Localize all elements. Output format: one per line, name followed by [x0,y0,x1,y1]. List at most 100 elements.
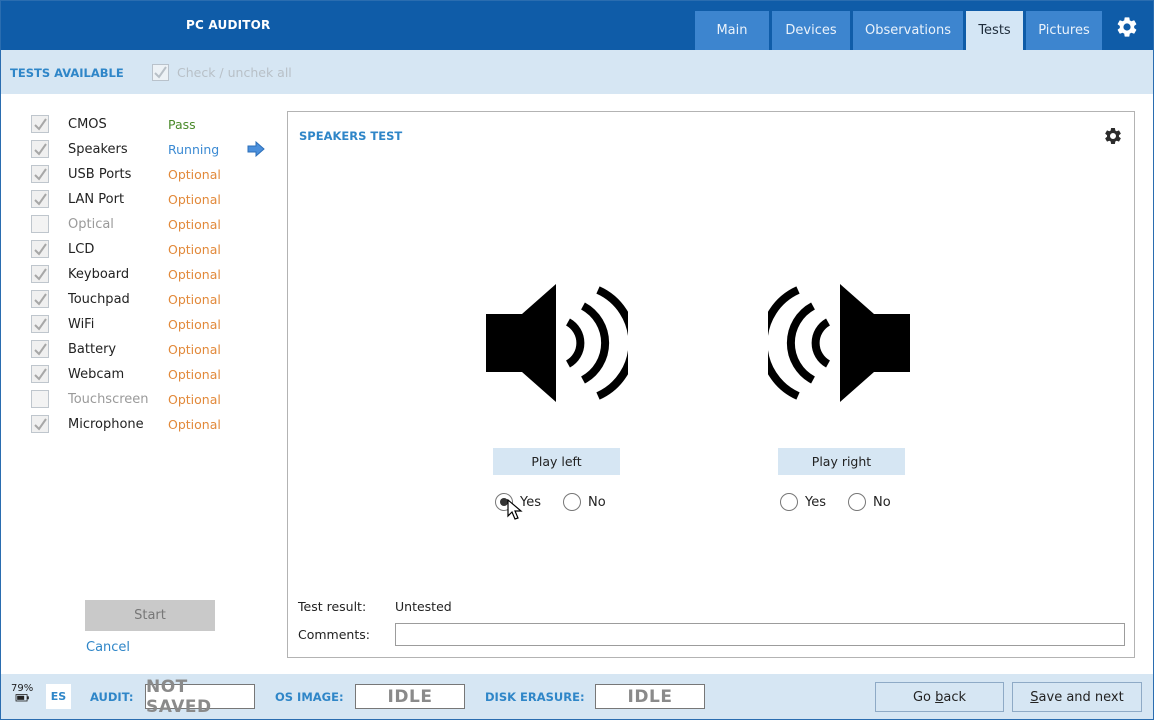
test-name: Speakers [68,142,128,157]
test-row-cmos: CMOS Pass [31,114,271,134]
test-row-touchpad: Touchpad Optional [31,289,271,309]
test-row-wifi: WiFi Optional [31,314,271,334]
test-row-lan-port: LAN Port Optional [31,189,271,209]
cancel-link[interactable]: Cancel [86,640,130,655]
speakers-test-panel: SPEAKERS TEST Play left Play right Yes N… [287,111,1135,658]
test-result-label: Test result: [298,599,367,614]
save-next-label-mnemonic: S [1030,689,1039,705]
check-all-checkbox[interactable] [152,64,169,81]
test-status: Optional [168,242,221,257]
test-status: Optional [168,217,221,232]
test-row-microphone: Microphone Optional [31,414,271,434]
speaker-left-icon [486,284,628,402]
battery-percent: 79% [11,683,34,694]
audit-label: AUDIT: [90,690,134,704]
panel-title: SPEAKERS TEST [299,129,403,143]
save-and-next-button[interactable]: Save and next [1012,682,1142,712]
test-name: USB Ports [68,167,132,182]
checkmark-icon [34,343,47,356]
test-checkbox[interactable] [31,390,49,408]
test-row-touchscreen: Touchscreen Optional [31,389,271,409]
test-checkbox[interactable] [31,415,49,433]
test-row-keyboard: Keyboard Optional [31,264,271,284]
check-all-label: Check / unchek all [177,65,292,80]
test-name: Keyboard [68,267,130,282]
test-status: Optional [168,367,221,382]
checkmark-icon [34,243,47,256]
test-checkbox[interactable] [31,290,49,308]
checkmark-icon [34,268,47,281]
left-no-radio[interactable] [563,493,581,511]
test-status: Optional [168,417,221,432]
go-back-button[interactable]: Go b ack [875,682,1004,712]
test-name: Battery [68,342,117,357]
test-status: Optional [168,167,221,182]
checkmark-icon [34,318,47,331]
test-name: LCD [68,242,95,257]
test-checkbox[interactable] [31,240,49,258]
test-row-battery: Battery Optional [31,339,271,359]
test-row-lcd: LCD Optional [31,239,271,259]
test-checkbox[interactable] [31,365,49,383]
test-checkbox[interactable] [31,115,49,133]
test-result-value: Untested [395,599,452,614]
app-title: PC AUDITOR [186,18,271,32]
comments-input[interactable] [395,623,1125,646]
checkmark-icon [34,418,47,431]
os-image-label: OS IMAGE: [275,690,344,704]
top-bar: PC AUDITOR Main Devices Observations Tes… [1,1,1153,50]
test-status: Optional [168,267,221,282]
tab-observations[interactable]: Observations [853,11,963,50]
test-checkbox[interactable] [31,315,49,333]
gear-icon[interactable] [1115,15,1139,39]
checkmark-icon [154,66,167,79]
go-back-label-pre: Go [912,689,936,705]
test-status: Optional [168,317,221,332]
gear-icon[interactable] [1103,126,1123,146]
tab-main[interactable]: Main [695,11,769,50]
test-row-optical: Optical Optional [31,214,271,234]
audit-status: NOT SAVED [145,677,255,717]
left-no-label: No [588,495,606,510]
battery-icon [15,694,29,702]
right-no-radio[interactable] [848,493,866,511]
test-status: Optional [168,342,221,357]
checkmark-icon [34,368,47,381]
checkmark-icon [34,193,47,206]
checkmark-icon [34,293,47,306]
test-checkbox[interactable] [31,165,49,183]
language-button[interactable]: ES [46,684,71,709]
test-checkbox[interactable] [31,265,49,283]
disk-erasure-status: IDLE [595,684,705,709]
test-status: Pass [168,117,196,132]
test-row-speakers: Speakers Running [31,139,271,159]
test-status: Running [168,142,220,157]
play-left-button[interactable]: Play left [493,448,620,475]
play-right-button[interactable]: Play right [778,448,905,475]
right-yes-radio[interactable] [780,493,798,511]
app-window: PC AUDITOR Main Devices Observations Tes… [0,0,1154,720]
test-status: Optional [168,292,221,307]
right-no-label: No [873,495,891,510]
test-name: Microphone [68,417,144,432]
tests-toolbar: TESTS AVAILABLE Check / unchek all [1,50,1153,94]
mouse-cursor-icon [507,499,523,520]
tab-tests[interactable]: Tests [966,11,1023,50]
right-yes-label: Yes [805,495,826,510]
test-row-webcam: Webcam Optional [31,364,271,384]
test-checkbox[interactable] [31,215,49,233]
status-bar: 79% ES AUDIT: NOT SAVED OS IMAGE: IDLE D… [1,674,1153,719]
checkmark-icon [34,168,47,181]
test-name: CMOS [68,117,107,132]
tab-devices[interactable]: Devices [772,11,850,50]
test-checkbox[interactable] [31,340,49,358]
test-name: LAN Port [68,192,125,207]
test-checkbox[interactable] [31,140,49,158]
tab-pictures[interactable]: Pictures [1026,11,1102,50]
test-status: Optional [168,392,221,407]
test-name: Touchscreen [68,392,149,407]
start-button[interactable]: Start [85,600,215,631]
speaker-right-icon [768,284,910,402]
test-checkbox[interactable] [31,190,49,208]
os-image-status: IDLE [355,684,465,709]
